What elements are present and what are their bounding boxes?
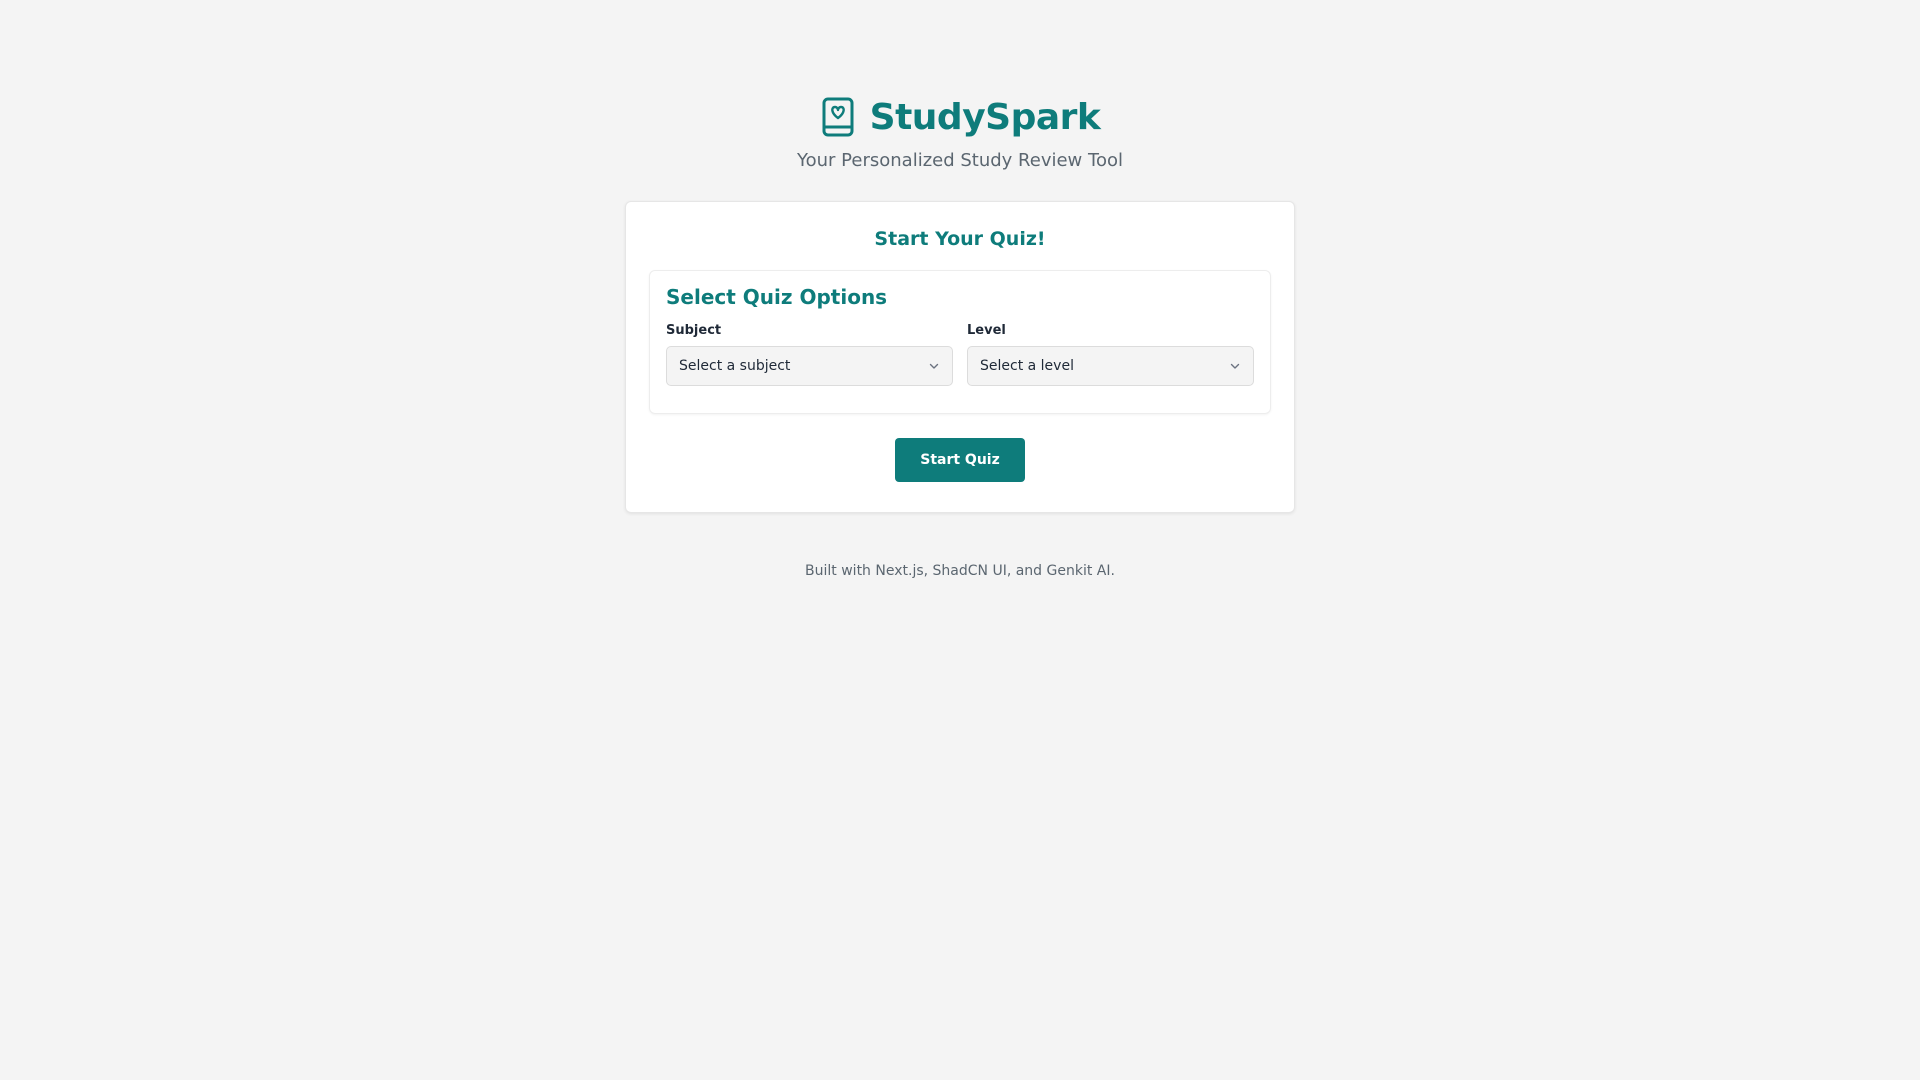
brand-header: StudySpark [820,94,1101,140]
quiz-card: Start Your Quiz! Select Quiz Options Sub… [625,201,1295,513]
page: StudySpark Your Personalized Study Revie… [0,0,1920,1080]
options-fields: Subject Select a subject Level Select a … [666,323,1254,386]
book-heart-icon [820,97,856,137]
subject-label: Subject [666,323,722,338]
subject-select[interactable]: Select a subject [666,346,953,386]
subject-select-value: Select a subject [679,358,791,374]
chevron-down-icon [1229,360,1241,372]
level-select[interactable]: Select a level [967,346,1254,386]
start-quiz-button[interactable]: Start Quiz [895,438,1025,482]
quiz-options-panel: Select Quiz Options Subject Select a sub… [649,270,1271,414]
app-subtitle: Your Personalized Study Review Tool [797,150,1123,171]
chevron-down-icon [928,360,940,372]
footer-text: Built with Next.js, ShadCN UI, and Genki… [805,563,1115,579]
level-label: Level [967,323,1006,338]
app-title: StudySpark [869,96,1101,138]
level-select-value: Select a level [980,358,1074,374]
subject-field: Subject Select a subject [666,323,953,386]
card-title: Start Your Quiz! [874,228,1046,250]
level-field: Level Select a level [967,323,1254,386]
options-title: Select Quiz Options [666,285,888,309]
